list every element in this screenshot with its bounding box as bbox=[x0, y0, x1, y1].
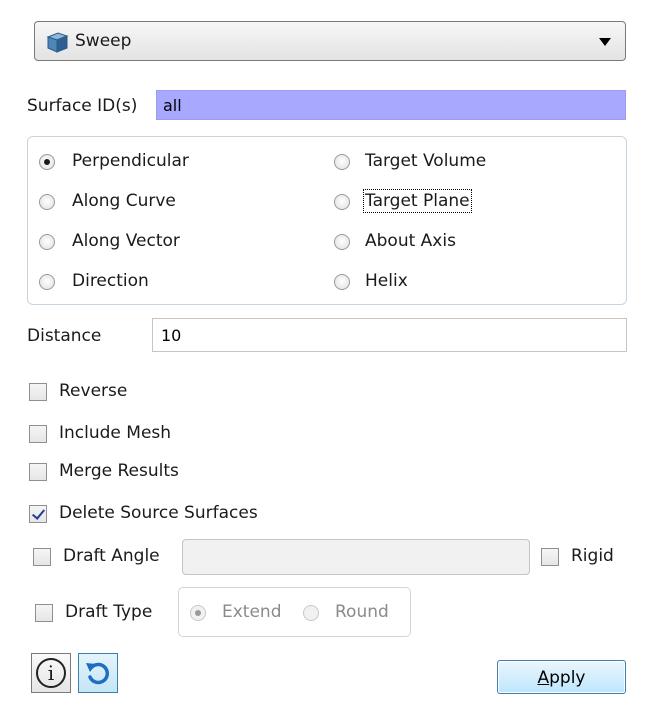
radio-helix[interactable] bbox=[334, 274, 350, 290]
radio-extend-label[interactable]: Extend bbox=[222, 602, 282, 622]
apply-button[interactable]: Apply bbox=[497, 660, 626, 694]
undo-icon bbox=[86, 662, 109, 685]
info-button[interactable]: i bbox=[31, 653, 71, 693]
dropdown-selected-label: Sweep bbox=[75, 31, 132, 51]
radio-helix-label[interactable]: Helix bbox=[365, 271, 408, 291]
merge-results-label[interactable]: Merge Results bbox=[59, 461, 179, 481]
surface-ids-label: Surface ID(s) bbox=[27, 96, 138, 116]
surface-ids-input[interactable] bbox=[156, 90, 626, 120]
draft-type-checkbox[interactable] bbox=[35, 604, 53, 622]
rigid-label[interactable]: Rigid bbox=[571, 546, 614, 566]
rigid-checkbox[interactable] bbox=[541, 548, 559, 566]
radio-direction-label[interactable]: Direction bbox=[72, 271, 149, 291]
sweep-panel: Sweep Surface ID(s) Perpendicular Along … bbox=[0, 0, 645, 711]
draft-angle-checkbox[interactable] bbox=[33, 548, 51, 566]
chevron-down-icon[interactable] bbox=[599, 38, 611, 46]
apply-label-rest: pply bbox=[549, 668, 586, 688]
radio-perpendicular[interactable] bbox=[39, 154, 55, 170]
radio-along-vector-label[interactable]: Along Vector bbox=[72, 231, 180, 251]
draft-angle-label[interactable]: Draft Angle bbox=[63, 546, 160, 566]
radio-perpendicular-label[interactable]: Perpendicular bbox=[72, 151, 189, 171]
merge-results-checkbox[interactable] bbox=[29, 463, 47, 481]
radio-round[interactable] bbox=[303, 605, 319, 621]
reverse-label[interactable]: Reverse bbox=[59, 381, 127, 401]
radio-extend[interactable] bbox=[190, 605, 206, 621]
radio-along-vector[interactable] bbox=[39, 234, 55, 250]
include-mesh-checkbox[interactable] bbox=[29, 425, 47, 443]
command-dropdown[interactable]: Sweep bbox=[34, 21, 626, 61]
include-mesh-label[interactable]: Include Mesh bbox=[59, 423, 171, 443]
reset-button[interactable] bbox=[78, 653, 118, 693]
info-icon: i bbox=[36, 658, 66, 688]
radio-direction[interactable] bbox=[39, 274, 55, 290]
distance-label: Distance bbox=[27, 326, 102, 346]
radio-target-plane[interactable] bbox=[334, 194, 350, 210]
radio-target-volume-label[interactable]: Target Volume bbox=[365, 151, 486, 171]
draft-angle-input[interactable] bbox=[182, 539, 530, 575]
radio-along-curve[interactable] bbox=[39, 194, 55, 210]
delete-source-surfaces-label[interactable]: Delete Source Surfaces bbox=[59, 503, 258, 523]
radio-about-axis-label[interactable]: About Axis bbox=[365, 231, 456, 251]
radio-round-label[interactable]: Round bbox=[335, 602, 389, 622]
distance-input[interactable] bbox=[152, 318, 627, 352]
delete-source-surfaces-checkbox[interactable] bbox=[29, 505, 47, 523]
cube-icon bbox=[46, 32, 69, 53]
draft-type-label[interactable]: Draft Type bbox=[65, 602, 152, 622]
radio-target-plane-label[interactable]: Target Plane bbox=[363, 189, 472, 213]
radio-target-volume[interactable] bbox=[334, 154, 350, 170]
apply-mnemonic: A bbox=[537, 668, 550, 688]
reverse-checkbox[interactable] bbox=[29, 383, 47, 401]
radio-along-curve-label[interactable]: Along Curve bbox=[72, 191, 176, 211]
radio-about-axis[interactable] bbox=[334, 234, 350, 250]
